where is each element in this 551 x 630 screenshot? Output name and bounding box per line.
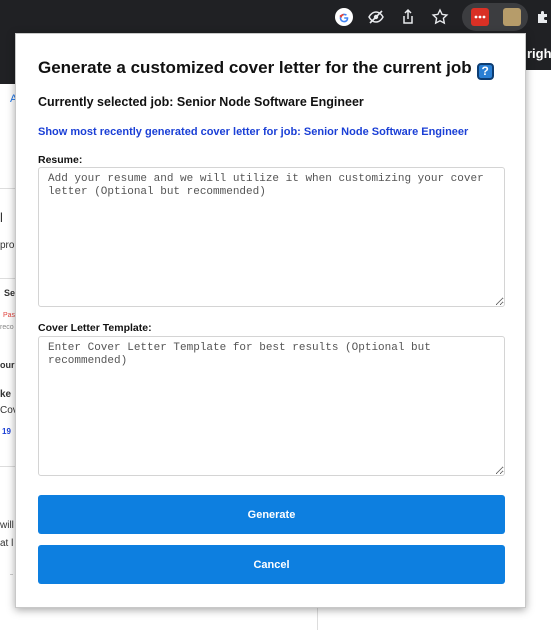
background-text-fragment: Se: [4, 288, 16, 298]
popup-title: Generate a customized cover letter for t…: [38, 58, 494, 80]
show-recent-cover-letter-link[interactable]: Show most recently generated cover lette…: [38, 126, 468, 138]
background-text-fragment: at l: [0, 538, 14, 549]
google-icon[interactable]: [334, 7, 354, 27]
cover-letter-template-textarea[interactable]: [38, 336, 505, 476]
cancel-button[interactable]: Cancel: [38, 545, 505, 584]
background-divider: [317, 608, 318, 630]
cover-letter-popup: Generate a customized cover letter for t…: [15, 33, 526, 608]
resume-textarea[interactable]: [38, 167, 505, 307]
background-text-fragment: pro: [0, 240, 15, 251]
resume-label: Resume:: [38, 154, 83, 166]
selected-job-label: Currently selected job: Senior Node Soft…: [38, 95, 364, 109]
background-divider: [0, 278, 15, 279]
eye-off-icon[interactable]: [366, 7, 386, 27]
browser-toolbar: [0, 0, 551, 34]
extension-cover-letter-icon[interactable]: [503, 8, 521, 26]
generate-button[interactable]: Generate: [38, 495, 505, 534]
background-text-fragment: ke: [0, 389, 12, 400]
popup-title-text: Generate a customized cover letter for t…: [38, 58, 472, 77]
background-text-fragment: reco: [0, 324, 14, 331]
share-icon[interactable]: [398, 7, 418, 27]
help-icon[interactable]: ?: [476, 63, 494, 80]
background-text-fragment: l: [0, 210, 3, 225]
background-text-fragment: right: [527, 46, 551, 61]
background-text-fragment: our: [0, 360, 15, 370]
star-icon[interactable]: [430, 7, 450, 27]
background-text-fragment: will: [0, 520, 14, 531]
background-text-fragment: 19: [2, 427, 11, 436]
background-divider: [0, 466, 15, 467]
puzzle-icon[interactable]: [533, 7, 551, 27]
extension-lastpass-icon[interactable]: [471, 8, 489, 26]
background-text-fragment: Pas: [3, 312, 16, 319]
cover-letter-template-label: Cover Letter Template:: [38, 322, 152, 334]
background-divider: [0, 188, 15, 189]
